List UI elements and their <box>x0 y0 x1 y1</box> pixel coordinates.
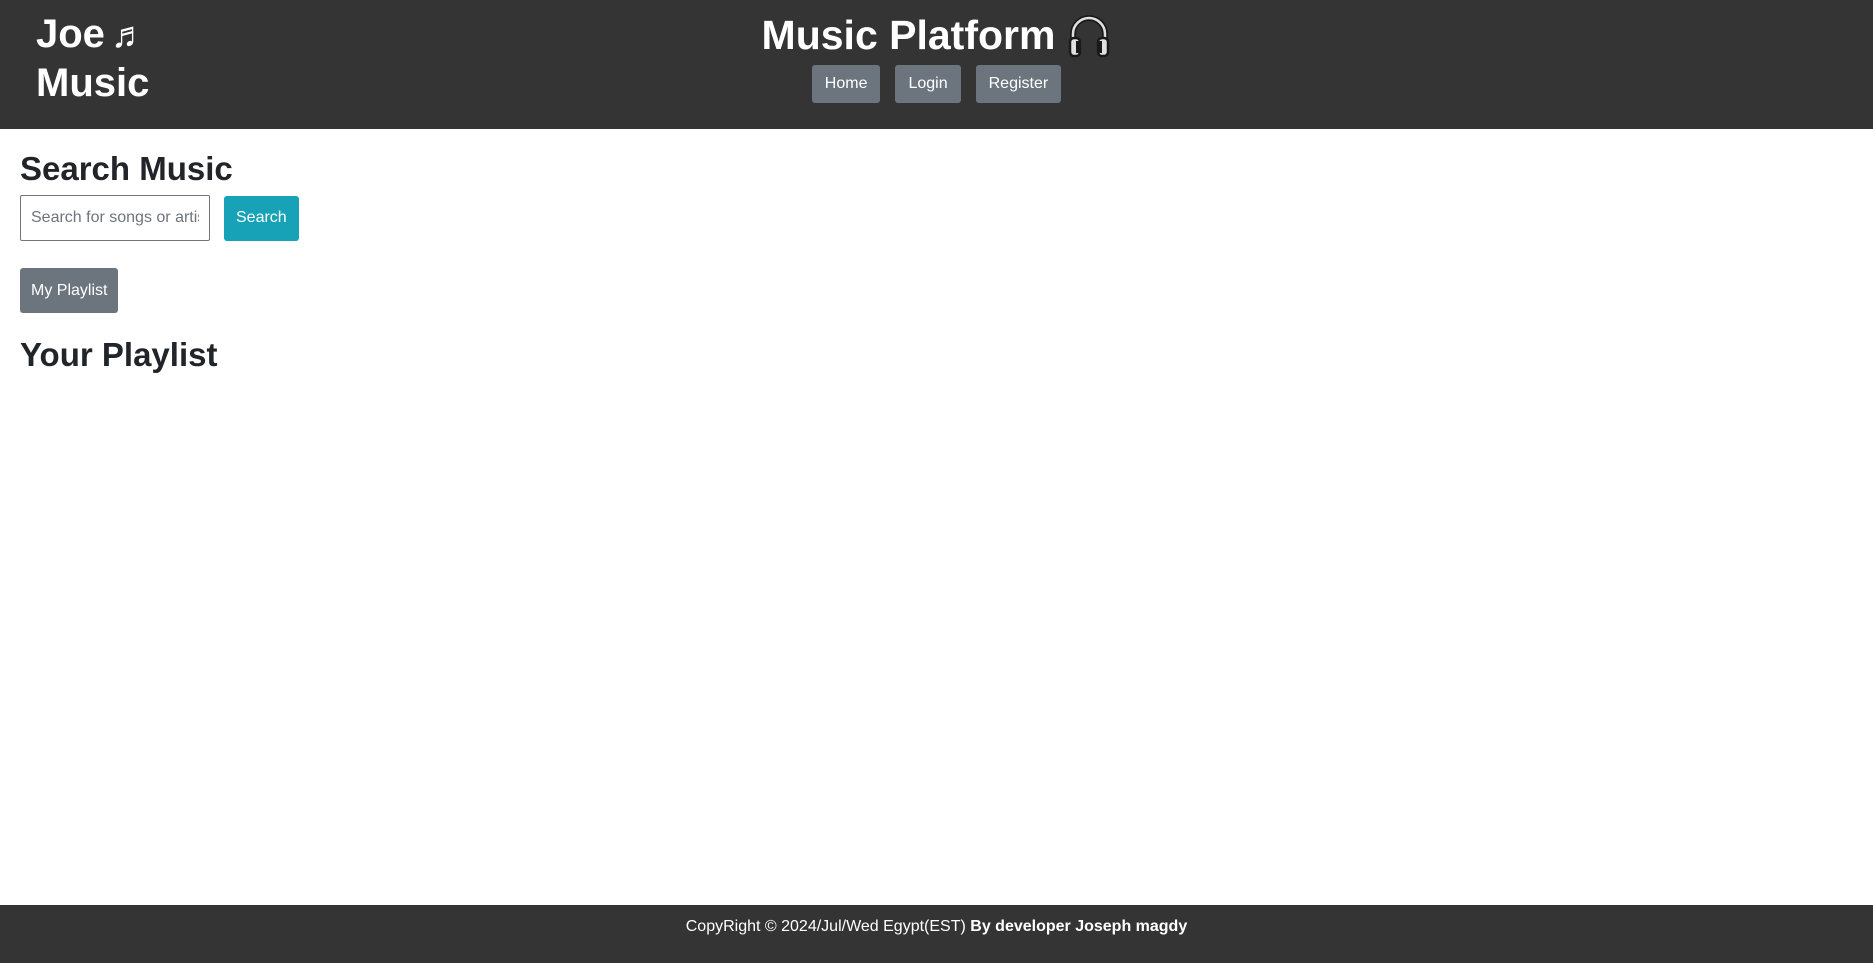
my-playlist-button[interactable]: My Playlist <box>20 268 119 313</box>
footer-copyright: CopyRight © 2024/Jul/Wed Egypt(EST) <box>685 918 966 935</box>
platform-title-text: Music Platform <box>761 12 1056 58</box>
search-heading: Search Music <box>20 150 233 187</box>
playlist-heading: Your Playlist <box>20 336 218 373</box>
header-center: Music Platform Home Login Register <box>0 10 1873 103</box>
page: Joe ♬ Music Music Platform Home Login Re… <box>0 0 1873 963</box>
main-nav: Home Login Register <box>0 65 1873 103</box>
nav-home-button[interactable]: Home <box>811 65 881 103</box>
search-bar: Search <box>20 195 299 241</box>
nav-login-button[interactable]: Login <box>895 65 961 103</box>
headphones-icon <box>1067 12 1111 58</box>
footer-developer: By developer Joseph magdy <box>970 918 1188 935</box>
nav-register-button[interactable]: Register <box>975 65 1062 103</box>
platform-title: Music Platform <box>762 10 1112 60</box>
search-button[interactable]: Search <box>224 195 299 241</box>
search-input[interactable] <box>20 195 210 241</box>
top-header: Joe ♬ Music Music Platform Home Login Re… <box>0 0 1873 129</box>
footer: CopyRight © 2024/Jul/Wed Egypt(EST) By d… <box>0 905 1873 963</box>
